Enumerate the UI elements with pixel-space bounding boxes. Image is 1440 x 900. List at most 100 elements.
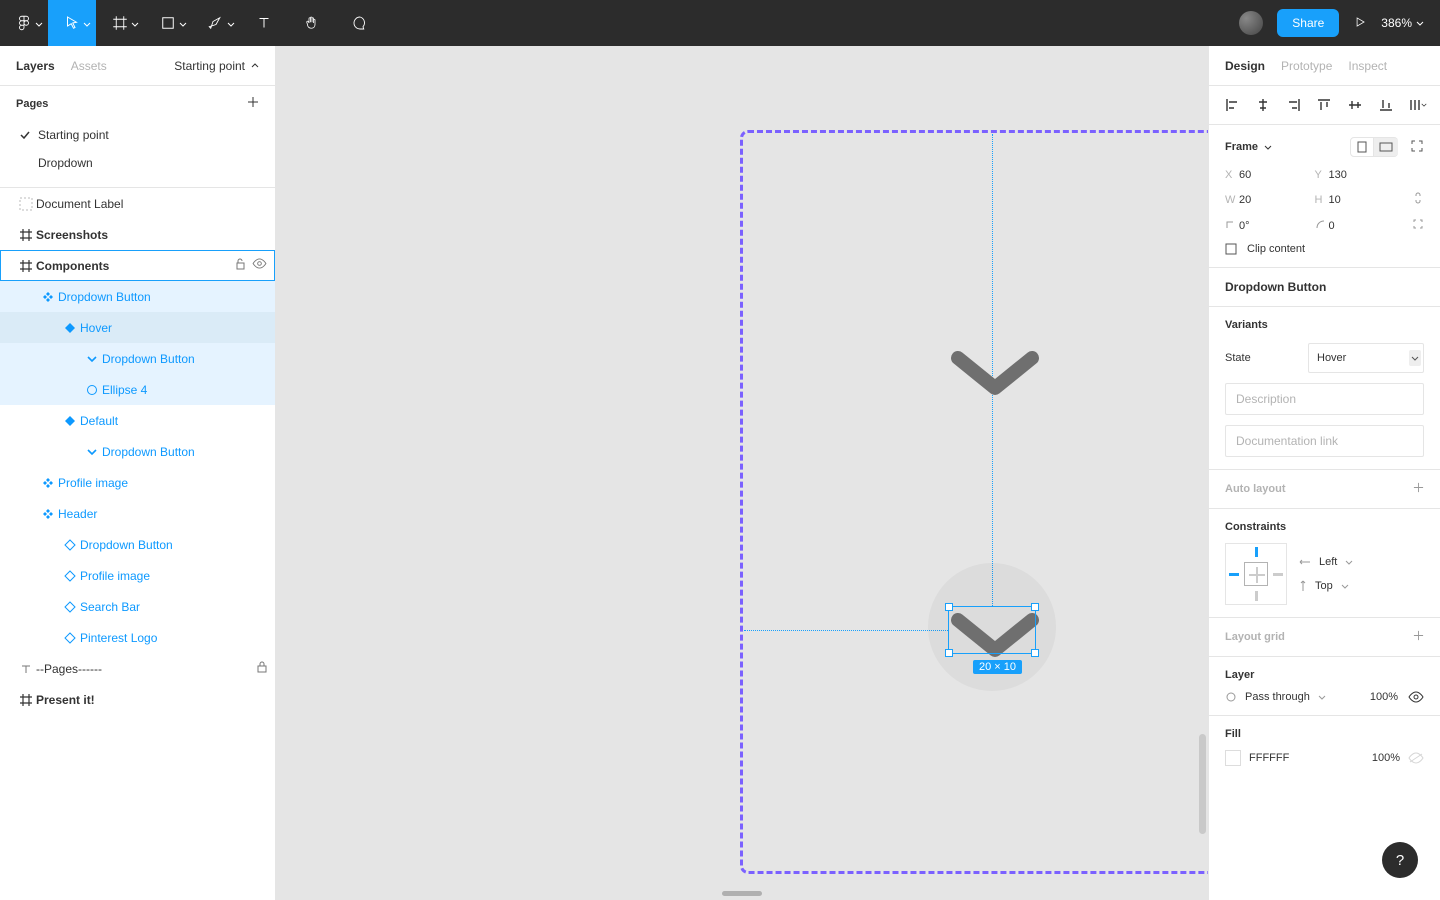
constraints-widget[interactable]: [1225, 543, 1287, 605]
fill-hex-value[interactable]: FFFFFF: [1249, 752, 1289, 764]
tab-inspect[interactable]: Inspect: [1348, 59, 1387, 73]
align-left-button[interactable]: [1221, 94, 1243, 116]
align-right-button[interactable]: [1283, 94, 1305, 116]
resize-handle-tl[interactable]: [945, 603, 953, 611]
radius-value[interactable]: 0: [1329, 220, 1405, 232]
alignment-row: [1209, 86, 1440, 125]
add-layout-grid-button[interactable]: [1413, 630, 1424, 644]
layer-title: Layer: [1225, 669, 1254, 681]
layer-row[interactable]: Search Bar: [0, 591, 275, 622]
layer-row[interactable]: Profile image: [0, 560, 275, 591]
page-row[interactable]: Dropdown: [16, 149, 259, 177]
tidy-up-button[interactable]: [1406, 94, 1428, 116]
resize-to-fit-button[interactable]: [1410, 139, 1424, 156]
variant-description-input[interactable]: Description: [1225, 383, 1424, 415]
align-vcenter-button[interactable]: [1344, 94, 1366, 116]
layer-row[interactable]: Profile image: [0, 467, 275, 498]
independent-corners-button[interactable]: [1412, 218, 1424, 233]
align-hcenter-button[interactable]: [1252, 94, 1274, 116]
variant-doclink-input[interactable]: Documentation link: [1225, 425, 1424, 457]
constraint-v-dropdown[interactable]: Top: [1299, 580, 1353, 592]
opacity-value[interactable]: 100%: [1370, 691, 1398, 703]
caret-down-icon: [227, 16, 235, 30]
align-bottom-button[interactable]: [1375, 94, 1397, 116]
layer-row[interactable]: Present it!: [0, 684, 275, 715]
layer-row[interactable]: Dropdown Button: [0, 529, 275, 560]
constraint-h-dropdown[interactable]: Left: [1299, 556, 1353, 568]
layer-row[interactable]: --Pages------: [0, 653, 275, 684]
hand-tool-button[interactable]: [288, 0, 336, 46]
tab-assets[interactable]: Assets: [71, 59, 107, 73]
frame-tool-icon: [111, 14, 129, 32]
clip-content-row[interactable]: Clip content: [1225, 243, 1424, 255]
page-row[interactable]: Starting point: [16, 121, 259, 149]
add-autolayout-button[interactable]: [1413, 482, 1424, 496]
pen-tool-button[interactable]: [192, 0, 240, 46]
layer-type-icon: [38, 290, 58, 304]
lock-icon[interactable]: [257, 661, 267, 676]
canvas[interactable]: 20 × 10: [276, 46, 1208, 900]
frame-tool-button[interactable]: [96, 0, 144, 46]
layer-row[interactable]: Ellipse 4: [0, 374, 275, 405]
tab-prototype[interactable]: Prototype: [1281, 59, 1332, 73]
unlock-icon[interactable]: [235, 258, 246, 273]
y-value[interactable]: 130: [1329, 169, 1405, 181]
selection-dimensions-badge: 20 × 10: [973, 660, 1022, 674]
variants-title: Variants: [1225, 319, 1268, 331]
align-top-button[interactable]: [1313, 94, 1335, 116]
layer-row[interactable]: Dropdown Button: [0, 436, 275, 467]
share-button[interactable]: Share: [1277, 9, 1339, 37]
portrait-button[interactable]: [1350, 137, 1374, 157]
layer-row[interactable]: Screenshots: [0, 219, 275, 250]
layer-label: Search Bar: [80, 600, 267, 614]
main-menu-button[interactable]: [0, 0, 48, 46]
tab-layers[interactable]: Layers: [16, 59, 55, 73]
add-page-button[interactable]: [247, 96, 259, 111]
eye-icon[interactable]: [252, 258, 267, 273]
eye-icon[interactable]: [1408, 691, 1424, 703]
present-button[interactable]: [1353, 15, 1367, 32]
left-panel: Layers Assets Starting point Pages Start…: [0, 46, 276, 900]
tab-design[interactable]: Design: [1225, 59, 1265, 73]
h-value[interactable]: 10: [1329, 194, 1405, 206]
x-value[interactable]: 60: [1239, 169, 1315, 181]
layer-row[interactable]: Default: [0, 405, 275, 436]
resize-handle-bl[interactable]: [945, 649, 953, 657]
zoom-dropdown[interactable]: 386%: [1381, 16, 1424, 30]
user-avatar[interactable]: [1239, 11, 1263, 35]
fill-opacity-value[interactable]: 100%: [1372, 752, 1400, 764]
comment-tool-button[interactable]: [336, 0, 384, 46]
move-tool-button[interactable]: [48, 0, 96, 46]
layer-row[interactable]: Dropdown Button: [0, 281, 275, 312]
eye-hidden-icon[interactable]: [1408, 752, 1424, 764]
layer-row[interactable]: Hover: [0, 312, 275, 343]
v-arrow-icon: [1299, 580, 1307, 592]
variant-state-select[interactable]: Hover: [1308, 343, 1424, 373]
shape-tool-button[interactable]: [144, 0, 192, 46]
help-button[interactable]: ?: [1382, 842, 1418, 878]
resize-handle-tr[interactable]: [1031, 603, 1039, 611]
blend-mode-dropdown[interactable]: Pass through: [1225, 691, 1326, 703]
layer-row[interactable]: Header: [0, 498, 275, 529]
layer-type-icon: [60, 570, 80, 582]
caret-down-icon: [1416, 21, 1424, 26]
constrain-proportions-button[interactable]: [1412, 191, 1424, 208]
variant-default-chevron[interactable]: [950, 346, 1040, 400]
panel-resize-handle[interactable]: [722, 891, 762, 896]
rotation-value[interactable]: 0°: [1239, 220, 1315, 232]
component-set-frame[interactable]: [740, 130, 1208, 874]
resize-handle-br[interactable]: [1031, 649, 1039, 657]
canvas-scrollbar[interactable]: [1199, 734, 1206, 834]
layer-row[interactable]: Components: [0, 250, 275, 281]
page-picker-dropdown[interactable]: Starting point: [174, 59, 259, 73]
layer-tree: Document LabelScreenshotsComponentsDropd…: [0, 188, 275, 900]
selection-bounding-box[interactable]: [948, 606, 1036, 654]
fill-swatch[interactable]: [1225, 750, 1241, 766]
w-value[interactable]: 20: [1239, 194, 1315, 206]
layer-row[interactable]: Document Label: [0, 188, 275, 219]
text-tool-button[interactable]: [240, 0, 288, 46]
landscape-button[interactable]: [1374, 137, 1398, 157]
layer-label: Screenshots: [36, 228, 267, 242]
layer-row[interactable]: Pinterest Logo: [0, 622, 275, 653]
layer-row[interactable]: Dropdown Button: [0, 343, 275, 374]
